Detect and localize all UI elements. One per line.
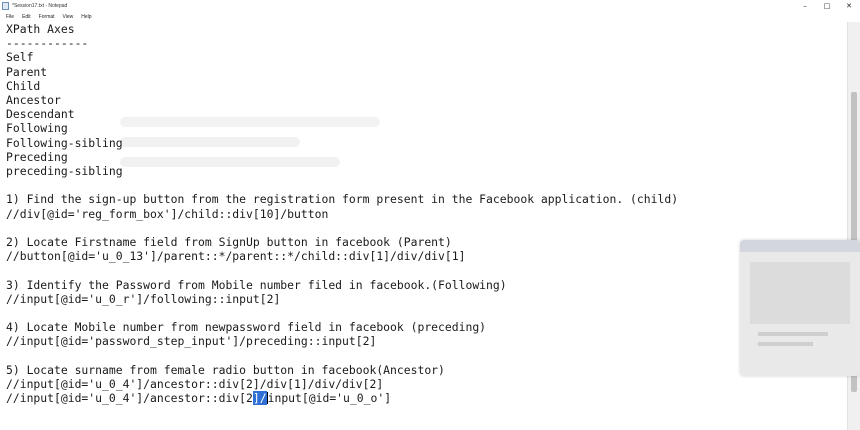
- line-text-before-selection: //input[@id='u_0_4']/ancestor::div[2: [6, 391, 253, 406]
- background-watermark: [120, 117, 420, 197]
- video-pip-overlay[interactable]: [740, 240, 860, 376]
- editor-line: XPath Axes: [6, 22, 75, 36]
- editor-line: ------------: [6, 36, 89, 51]
- pip-content-line: [758, 342, 813, 346]
- editor-line-with-selection: //input[@id='u_0_4']/ancestor::div[2]/in…: [6, 391, 392, 406]
- editor-line: Self: [6, 50, 34, 65]
- close-button[interactable]: ✕: [838, 0, 860, 12]
- pip-content-line: [758, 332, 828, 336]
- minimize-button[interactable]: –: [794, 0, 816, 12]
- menu-help[interactable]: Help: [80, 14, 92, 20]
- menu-view[interactable]: View: [62, 14, 75, 20]
- pip-content-block: [750, 262, 850, 324]
- editor-line: 2) Locate Firstname field from SignUp bu…: [6, 235, 452, 249]
- editor-line: //input[@id='u_0_4']/ancestor::div[2]/di…: [6, 377, 384, 391]
- maximize-button[interactable]: □: [816, 0, 838, 12]
- editor-line: Ancestor: [6, 93, 61, 107]
- editor-line: //div[@id='reg_form_box']/child::div[10]…: [6, 206, 329, 221]
- editor-line: Preceding: [6, 149, 68, 164]
- line-text-after-selection: input[@id='u_0_o']: [267, 391, 392, 406]
- editor-line: //button[@id='u_0_13']/parent::*/parent:…: [6, 249, 466, 264]
- editor-line: 4) Locate Mobile number from newpassword…: [6, 320, 487, 335]
- editor-line: Following-sibling: [6, 135, 123, 150]
- notepad-window: *Session17.txt - Notepad – □ ✕ File Edit…: [0, 0, 860, 430]
- title-bar: *Session17.txt - Notepad – □ ✕: [0, 0, 860, 12]
- notepad-app-icon: [2, 2, 9, 10]
- menu-edit[interactable]: Edit: [21, 14, 32, 20]
- menu-file[interactable]: File: [5, 14, 15, 20]
- editor-line: //input[@id='password_step_input']/prece…: [6, 334, 377, 349]
- window-controls: – □ ✕: [794, 0, 860, 12]
- menu-bar: File Edit Format View Help: [0, 12, 860, 22]
- pip-caption: Pull up for: [784, 221, 825, 231]
- editor-line: preceding-sibling: [6, 164, 123, 178]
- editor-line: 3) Identify the Password from Mobile num…: [6, 277, 507, 292]
- editor-line: 5) Locate surname from female radio butt…: [6, 362, 445, 377]
- editor-line: 1) Find the sign-up button from the regi…: [6, 192, 679, 207]
- editor-line: Following: [6, 121, 68, 136]
- window-title: *Session17.txt - Notepad: [12, 3, 68, 9]
- editor-line: Child: [6, 78, 41, 93]
- menu-format[interactable]: Format: [38, 14, 56, 20]
- editor-line: Parent: [6, 64, 48, 79]
- editor-line: //input[@id='u_0_r']/following::input[2]: [6, 291, 281, 306]
- editor-line: Descendant: [6, 107, 75, 122]
- selected-text[interactable]: ]/: [252, 391, 267, 406]
- pip-header: [740, 240, 860, 252]
- text-editor-area[interactable]: XPath Axes ------------ Self Parent Chil…: [0, 22, 848, 430]
